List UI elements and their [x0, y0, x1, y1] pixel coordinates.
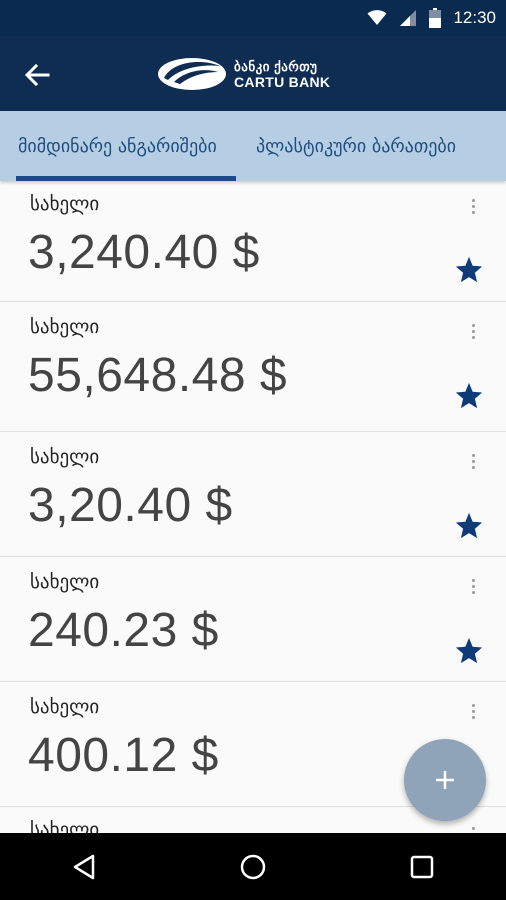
- logo-text: ბანკი ქართუ CARTU BANK: [234, 60, 330, 89]
- logo-mark-icon: [158, 58, 226, 90]
- account-row[interactable]: სახელი 3,20.40 $: [0, 432, 506, 557]
- account-row[interactable]: სახელი 3,240.40 $: [0, 181, 506, 302]
- arrow-left-icon: [24, 63, 50, 87]
- cartu-bank-logo: ბანკი ქართუ CARTU BANK: [156, 54, 330, 94]
- account-name: სახელი: [30, 193, 100, 215]
- more-options-icon[interactable]: [472, 579, 476, 594]
- account-balance: 55,648.48 $: [28, 349, 288, 402]
- battery-icon: [429, 8, 442, 28]
- logo-line-latin: CARTU BANK: [234, 73, 331, 90]
- more-options-icon[interactable]: [472, 454, 476, 469]
- account-name: სახელი: [30, 819, 100, 833]
- favorite-star-icon[interactable]: [454, 381, 484, 411]
- account-row[interactable]: სახელი 55,648.48 $: [0, 302, 506, 432]
- account-balance: 400.12 $: [28, 729, 219, 782]
- home-circle-icon: [240, 854, 266, 879]
- tab-label: მიმდინარე ანგარიშები: [18, 135, 217, 157]
- status-time: 12:30: [453, 8, 496, 27]
- account-row[interactable]: სახელი 240.23 $: [0, 557, 506, 682]
- tab-current-accounts[interactable]: მიმდინარე ანგარიშები: [0, 111, 246, 181]
- system-nav-bar: [0, 833, 506, 900]
- back-button[interactable]: [22, 60, 52, 90]
- more-options-icon[interactable]: [472, 704, 476, 719]
- tab-bar: მიმდინარე ანგარიშები პლასტიკური ბარათები: [0, 111, 506, 181]
- wifi-icon: [367, 10, 387, 25]
- favorite-star-icon[interactable]: [454, 511, 484, 541]
- tab-label: პლასტიკური ბარათები: [256, 135, 457, 157]
- favorite-star-icon[interactable]: [454, 255, 484, 285]
- account-list[interactable]: სახელი 3,240.40 $ სახელი 55,648.48 $ სახ…: [0, 181, 506, 833]
- app-bar: ბანკი ქართუ CARTU BANK: [0, 36, 506, 111]
- account-name: სახელი: [30, 571, 100, 593]
- account-name: სახელი: [30, 316, 100, 338]
- nav-recents-button[interactable]: [397, 842, 447, 892]
- account-name: სახელი: [30, 446, 100, 468]
- more-options-icon[interactable]: [472, 199, 476, 214]
- more-options-icon[interactable]: [472, 324, 476, 339]
- account-balance: 3,240.40 $: [28, 226, 260, 279]
- plus-icon: [436, 771, 454, 789]
- signal-icon: [400, 10, 417, 26]
- account-balance: 240.23 $: [28, 604, 219, 657]
- tab-plastic-cards[interactable]: პლასტიკური ბარათები: [246, 111, 506, 181]
- account-name: სახელი: [30, 696, 100, 718]
- nav-back-button[interactable]: [59, 842, 109, 892]
- favorite-star-icon[interactable]: [454, 636, 484, 666]
- nav-home-button[interactable]: [228, 842, 278, 892]
- status-bar: 12:30: [0, 0, 506, 36]
- add-account-button[interactable]: [404, 739, 486, 821]
- recents-square-icon: [410, 855, 433, 878]
- logo-line-georgian: ბანკი ქართუ: [234, 58, 318, 74]
- back-triangle-icon: [74, 854, 95, 879]
- account-balance: 3,20.40 $: [28, 479, 233, 532]
